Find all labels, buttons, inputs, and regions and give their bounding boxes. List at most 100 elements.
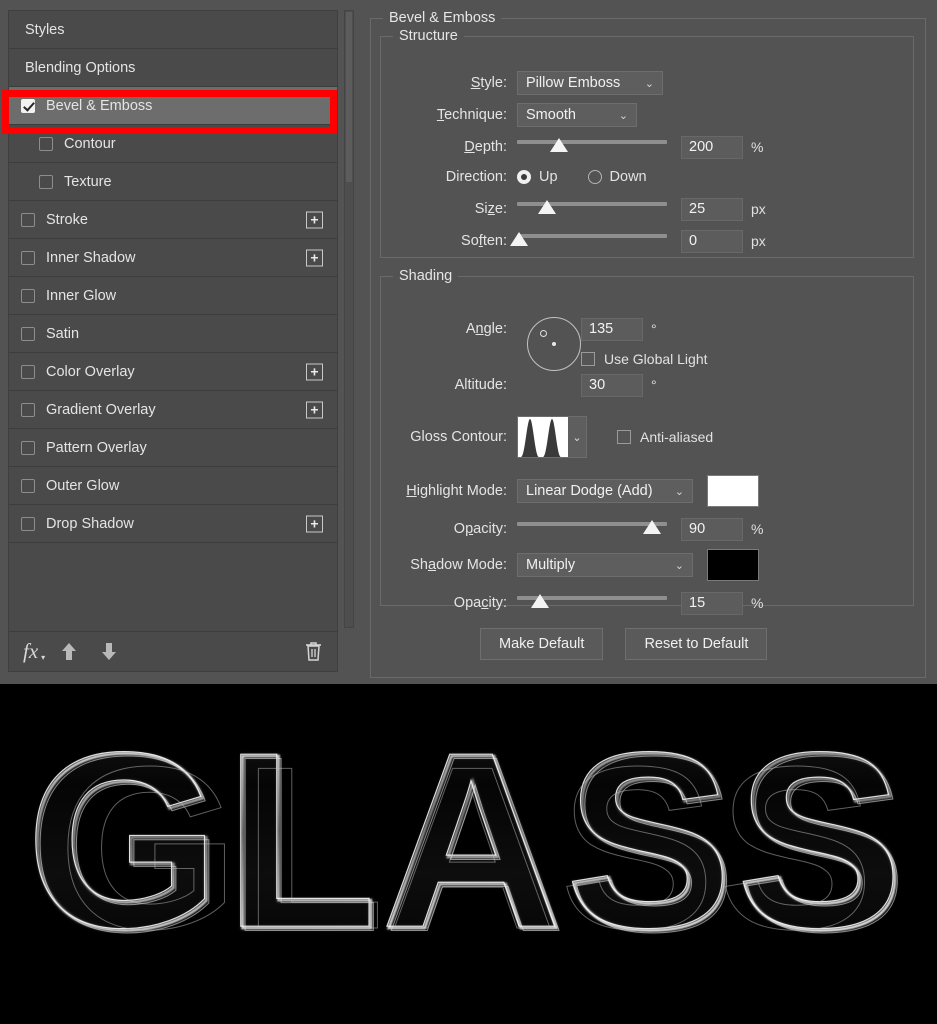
highlight-mode-row: Highlight Mode: Linear Dodge (Add) ⌄ <box>399 475 759 507</box>
effect-checkbox[interactable] <box>21 478 35 493</box>
effect-checkbox[interactable] <box>39 136 53 151</box>
add-effect-instance-button[interactable]: + <box>306 401 323 418</box>
sidebar-item-label: Blending Options <box>25 59 136 76</box>
size-label: Size: <box>474 201 507 217</box>
sidebar-item-drop-shadow[interactable]: Drop Shadow + <box>9 505 337 543</box>
altitude-unit: ° <box>651 377 657 393</box>
highlight-opacity-handle[interactable] <box>643 520 661 534</box>
style-dropdown[interactable]: Pillow Emboss ⌄ <box>517 71 663 95</box>
highlight-opacity-slider[interactable] <box>517 518 667 540</box>
effect-checkbox[interactable] <box>21 516 35 531</box>
angle-row: Angle: 135 ° <box>399 317 657 341</box>
technique-dropdown[interactable]: Smooth ⌄ <box>517 103 637 127</box>
gloss-contour-chevron-icon[interactable]: ⌄ <box>568 417 586 457</box>
altitude-input[interactable]: 30 <box>581 373 643 397</box>
size-slider[interactable] <box>517 198 667 220</box>
highlight-mode-dropdown[interactable]: Linear Dodge (Add) ⌄ <box>517 479 693 503</box>
depth-slider-handle[interactable] <box>550 138 568 152</box>
chevron-down-icon: ⌄ <box>674 485 684 498</box>
move-effect-up-button[interactable] <box>60 642 78 661</box>
shadow-color-swatch[interactable] <box>707 549 759 581</box>
shading-fieldset: Shading Angle: 135 ° Use Global Light Al… <box>380 268 914 615</box>
use-global-light-checkbox[interactable] <box>581 352 595 366</box>
shadow-opacity-handle[interactable] <box>530 594 549 608</box>
sidebar-item-bevel-emboss[interactable]: Bevel & Emboss <box>9 87 337 125</box>
effect-checkbox[interactable] <box>39 174 53 189</box>
add-effect-instance-button[interactable]: + <box>306 363 323 380</box>
depth-input[interactable]: 200 <box>681 135 743 159</box>
sidebar-item-contour[interactable]: Contour <box>9 125 337 163</box>
structure-fieldset: Structure Style: Pillow Emboss ⌄ Techniq… <box>380 28 914 258</box>
shadow-mode-dropdown[interactable]: Multiply ⌄ <box>517 553 693 577</box>
sidebar-item-texture[interactable]: Texture <box>9 163 337 201</box>
anti-aliased-checkbox[interactable] <box>617 430 631 444</box>
add-effect-instance-button[interactable]: + <box>306 249 323 266</box>
effect-checkbox[interactable] <box>21 288 35 303</box>
highlight-color-swatch[interactable] <box>707 475 759 507</box>
soften-slider-handle[interactable] <box>509 232 528 246</box>
make-default-button[interactable]: Make Default <box>480 628 604 660</box>
soften-input[interactable]: 0 <box>681 229 743 253</box>
shadow-opacity-unit: % <box>751 595 764 611</box>
panel-title: Bevel & Emboss <box>383 10 502 26</box>
gloss-contour-picker[interactable]: ⌄ <box>517 416 587 458</box>
effect-checkbox[interactable] <box>21 440 35 455</box>
depth-slider[interactable] <box>517 136 667 158</box>
shadow-opacity-slider[interactable] <box>517 592 667 614</box>
sidebar-item-gradient-overlay[interactable]: Gradient Overlay + <box>9 391 337 429</box>
shadow-opacity-label: Opacity: <box>453 595 507 611</box>
sidebar-scrollbar[interactable] <box>344 10 354 628</box>
direction-down-radio[interactable] <box>587 170 602 184</box>
highlight-mode-value: Linear Dodge (Add) <box>526 483 653 499</box>
effect-checkbox[interactable] <box>21 364 35 379</box>
soften-slider[interactable] <box>509 230 667 252</box>
sidebar-item-outer-glow[interactable]: Outer Glow <box>9 467 337 505</box>
direction-up-radio[interactable] <box>517 170 531 184</box>
direction-down-label: Down <box>609 169 647 185</box>
bevel-emboss-settings: Bevel & Emboss Structure Style: Pillow E… <box>368 8 928 678</box>
sidebar-item-stroke[interactable]: Stroke + <box>9 201 337 239</box>
direction-down-option[interactable]: Down <box>587 169 647 185</box>
technique-label: Technique: <box>436 107 507 123</box>
sidebar-item-label: Pattern Overlay <box>46 439 147 456</box>
effect-checkbox[interactable] <box>21 326 35 341</box>
add-effect-instance-button[interactable]: + <box>306 211 323 228</box>
move-effect-down-button[interactable] <box>100 642 118 661</box>
sidebar-item-color-overlay[interactable]: Color Overlay + <box>9 353 337 391</box>
sidebar-item-pattern-overlay[interactable]: Pattern Overlay <box>9 429 337 467</box>
effect-checkbox[interactable] <box>21 98 35 113</box>
reset-to-default-button[interactable]: Reset to Default <box>625 628 768 660</box>
scrollbar-thumb[interactable] <box>346 12 352 182</box>
depth-row: Depth: 200 % <box>399 135 763 159</box>
sidebar-toolbar: fx ▾ <box>9 631 337 671</box>
size-input[interactable]: 25 <box>681 197 743 221</box>
effect-checkbox[interactable] <box>21 250 35 265</box>
anti-aliased-option[interactable]: Anti-aliased <box>617 429 713 445</box>
add-effect-instance-button[interactable]: + <box>306 515 323 532</box>
effect-checkbox[interactable] <box>21 402 35 417</box>
direction-up-label: Up <box>539 169 558 185</box>
sidebar-item-styles[interactable]: Styles <box>9 11 337 49</box>
use-global-light-row[interactable]: Use Global Light <box>581 347 708 371</box>
delete-effect-button[interactable] <box>304 641 323 662</box>
shadow-opacity-input[interactable]: 15 <box>681 591 743 615</box>
sidebar-item-inner-shadow[interactable]: Inner Shadow + <box>9 239 337 277</box>
sidebar-item-blending-options[interactable]: Blending Options <box>9 49 337 87</box>
direction-label: Direction: <box>445 169 507 185</box>
sidebar-item-inner-glow[interactable]: Inner Glow <box>9 277 337 315</box>
sidebar-item-satin[interactable]: Satin <box>9 315 337 353</box>
highlight-opacity-label: Opacity: <box>453 521 507 537</box>
contour-curve-icon <box>518 419 568 457</box>
effect-checkbox[interactable] <box>21 212 35 227</box>
use-global-light-option[interactable]: Use Global Light <box>581 351 708 367</box>
fx-menu-button[interactable]: fx ▾ <box>23 639 45 664</box>
direction-up-option[interactable]: Up <box>517 169 558 185</box>
size-slider-handle[interactable] <box>538 200 556 214</box>
sidebar-item-label: Satin <box>46 325 80 342</box>
trash-icon <box>306 642 321 661</box>
soften-unit: px <box>751 233 766 249</box>
angle-input[interactable]: 135 <box>581 317 643 341</box>
highlight-opacity-row: Opacity: 90 % <box>399 517 763 541</box>
highlight-opacity-input[interactable]: 90 <box>681 517 743 541</box>
depth-label: Depth: <box>464 139 507 155</box>
